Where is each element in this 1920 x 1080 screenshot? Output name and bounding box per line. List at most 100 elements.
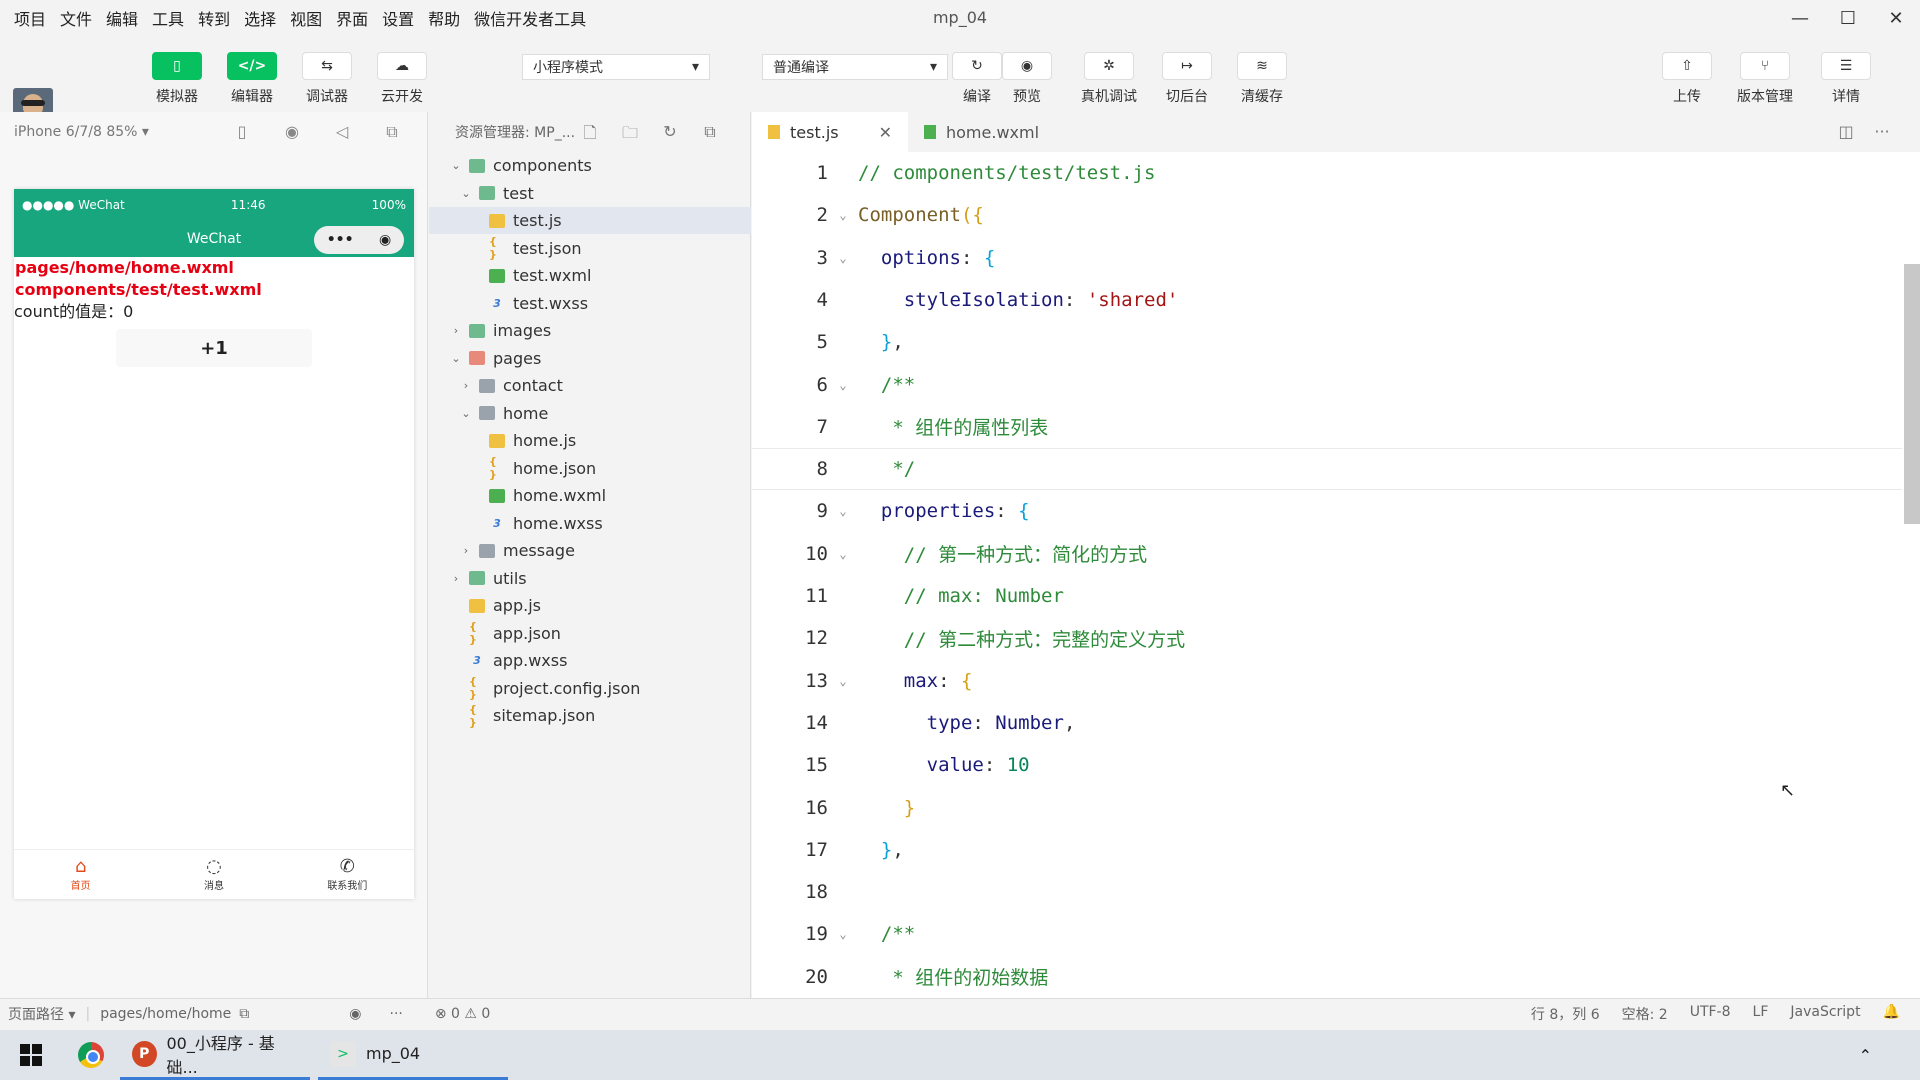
wechat-devtools-taskbar-item[interactable]: > mp_04 [318, 1030, 508, 1080]
tree-item[interactable]: ⌄ pages [429, 345, 751, 372]
remote-debug-button[interactable]: ✲ 真机调试 [1081, 52, 1137, 106]
code-line[interactable]: 6 ⌄ /** [752, 364, 1902, 406]
code-line[interactable]: 10 ⌄ // 第一种方式：简化的方式 [752, 533, 1902, 575]
tree-item[interactable]: home.js [429, 427, 751, 454]
chrome-taskbar-item[interactable] [62, 1030, 120, 1080]
menu-item[interactable]: 界面 [336, 6, 368, 30]
code-line[interactable]: 16 } [752, 787, 1902, 829]
debugger-button[interactable]: ⇆ 调试器 [302, 52, 352, 106]
clear-cache-button[interactable]: ≋ 清缓存 [1237, 52, 1287, 106]
code-line[interactable]: 17 }, [752, 829, 1902, 871]
tree-item[interactable]: app.js [429, 592, 751, 619]
code-line[interactable]: 5 }, [752, 321, 1902, 363]
problems-count[interactable]: ⊗ 0 ⚠ 0 [435, 1006, 490, 1022]
menu-item[interactable]: 项目 [14, 6, 46, 30]
fold-chevron-icon[interactable]: ⌄ [828, 208, 858, 222]
code-line[interactable]: 18 [752, 871, 1902, 913]
tree-item[interactable]: › images [429, 317, 751, 344]
code-line[interactable]: 13 ⌄ max: { [752, 660, 1902, 702]
cursor-position[interactable]: 行 8，列 6 [1531, 1004, 1600, 1024]
volume-icon[interactable]: ◁ [317, 122, 367, 142]
maximize-button[interactable]: ☐ [1824, 0, 1872, 36]
ppt-taskbar-item[interactable]: P 00_小程序 - 基础... [120, 1030, 310, 1080]
tree-item[interactable]: { } app.json [429, 620, 751, 647]
code-line[interactable]: 3 ⌄ options: { [752, 237, 1902, 279]
menu-item[interactable]: 设置 [382, 6, 414, 30]
fold-chevron-icon[interactable]: ⌄ [828, 674, 858, 688]
new-file-icon[interactable]: 🗋 [570, 122, 610, 149]
tree-item[interactable]: 3 home.wxss [429, 510, 751, 537]
tree-item[interactable]: ⌄ home [429, 400, 751, 427]
code-line[interactable]: 7 * 组件的属性列表 [752, 406, 1902, 448]
menu-item[interactable]: 编辑 [106, 6, 138, 30]
tray-expand-icon[interactable]: ⌃ [1847, 1030, 1884, 1080]
menu-item[interactable]: 微信开发者工具 [474, 6, 586, 30]
tree-item[interactable]: { } project.config.json [429, 675, 751, 702]
code-line[interactable]: 20 * 组件的初始数据 [752, 956, 1902, 998]
more-icon[interactable]: ··· [390, 1006, 403, 1022]
tree-item[interactable]: ⌄ components [429, 152, 751, 179]
plus-one-button[interactable]: +1 [116, 329, 312, 367]
tree-item[interactable]: › utils [429, 565, 751, 592]
menu-item[interactable]: 选择 [244, 6, 276, 30]
tab-home-wxml[interactable]: home.wxml [908, 112, 1055, 152]
simulator-button[interactable]: ▯ 模拟器 [152, 52, 202, 106]
tree-item[interactable]: { } sitemap.json [429, 702, 751, 729]
compile-button[interactable]: ↻ 编译 [952, 52, 1002, 106]
copy-icon[interactable]: ⧉ [239, 1006, 249, 1022]
code-area[interactable]: 1// components/test/test.js 2 ⌄ Component({… [752, 152, 1920, 998]
indent-spaces[interactable]: 空格: 2 [1622, 1004, 1668, 1024]
tree-item[interactable]: test.js [429, 207, 751, 234]
code-line[interactable]: 9 ⌄ properties: { [752, 490, 1902, 532]
editor-button[interactable]: </> 编辑器 [227, 52, 277, 106]
tree-item[interactable]: home.wxml [429, 482, 751, 509]
device-select[interactable]: iPhone 6/7/8 85% ▾ [14, 124, 149, 140]
code-line[interactable]: 8 */ [752, 448, 1902, 491]
refresh-icon[interactable]: ↻ [650, 122, 690, 149]
eye-icon[interactable]: ◉ [349, 1006, 361, 1022]
version-button[interactable]: ⑂ 版本管理 [1737, 52, 1793, 106]
record-icon[interactable]: ◉ [267, 122, 317, 142]
tree-item[interactable]: › message [429, 537, 751, 564]
close-button[interactable]: ✕ [1872, 0, 1920, 36]
tab-contact[interactable]: ✆ 联系我们 [281, 850, 414, 899]
encoding[interactable]: UTF-8 [1690, 1004, 1731, 1024]
code-line[interactable]: 4 styleIsolation: 'shared' [752, 279, 1902, 321]
scrollbar[interactable] [1904, 264, 1920, 524]
capsule-button[interactable]: ••• ◉ [314, 226, 404, 254]
tab-home[interactable]: ⌂ 首页 [14, 850, 147, 899]
details-button[interactable]: ☰ 详情 [1821, 52, 1871, 106]
split-editor-icon[interactable]: ◫ [1828, 122, 1864, 141]
menu-item[interactable]: 转到 [198, 6, 230, 30]
language-mode[interactable]: JavaScript [1790, 1004, 1860, 1024]
fold-chevron-icon[interactable]: ⌄ [828, 378, 858, 392]
tree-item[interactable]: ⌄ test [429, 180, 751, 207]
more-icon[interactable]: ··· [1864, 122, 1900, 141]
close-icon[interactable]: ✕ [879, 123, 892, 142]
code-line[interactable]: 14 type: Number, [752, 702, 1902, 744]
more-icon[interactable]: ••• [327, 232, 354, 248]
menu-item[interactable]: 文件 [60, 6, 92, 30]
code-line[interactable]: 11 // max: Number [752, 575, 1902, 617]
upload-button[interactable]: ⇧ 上传 [1662, 52, 1712, 106]
fold-chevron-icon[interactable]: ⌄ [828, 927, 858, 941]
menu-item[interactable]: 工具 [152, 6, 184, 30]
tab-message[interactable]: ◌ 消息 [147, 850, 280, 899]
background-button[interactable]: ↦ 切后台 [1162, 52, 1212, 106]
mode-select[interactable]: 小程序模式 ▾ [522, 54, 710, 80]
code-line[interactable]: 1 // components/test/test.js [752, 152, 1902, 194]
tree-item[interactable]: › contact [429, 372, 751, 399]
close-target-icon[interactable]: ◉ [379, 232, 391, 248]
phone-icon[interactable]: ▯ [217, 122, 267, 142]
preview-button[interactable]: ◉ 预览 [1002, 52, 1052, 106]
cloud-button[interactable]: ☁ 云开发 [377, 52, 427, 106]
compile-select[interactable]: 普通编译 ▾ [762, 54, 948, 80]
page-path-select[interactable]: 页面路径 ▾ [8, 1004, 75, 1024]
tree-item[interactable]: { } test.json [429, 235, 751, 262]
menu-item[interactable]: 视图 [290, 6, 322, 30]
tree-item[interactable]: { } home.json [429, 455, 751, 482]
minimize-button[interactable]: — [1776, 0, 1824, 36]
fold-chevron-icon[interactable]: ⌄ [828, 504, 858, 518]
collapse-icon[interactable]: ⧉ [690, 122, 730, 149]
eol[interactable]: LF [1753, 1004, 1769, 1024]
